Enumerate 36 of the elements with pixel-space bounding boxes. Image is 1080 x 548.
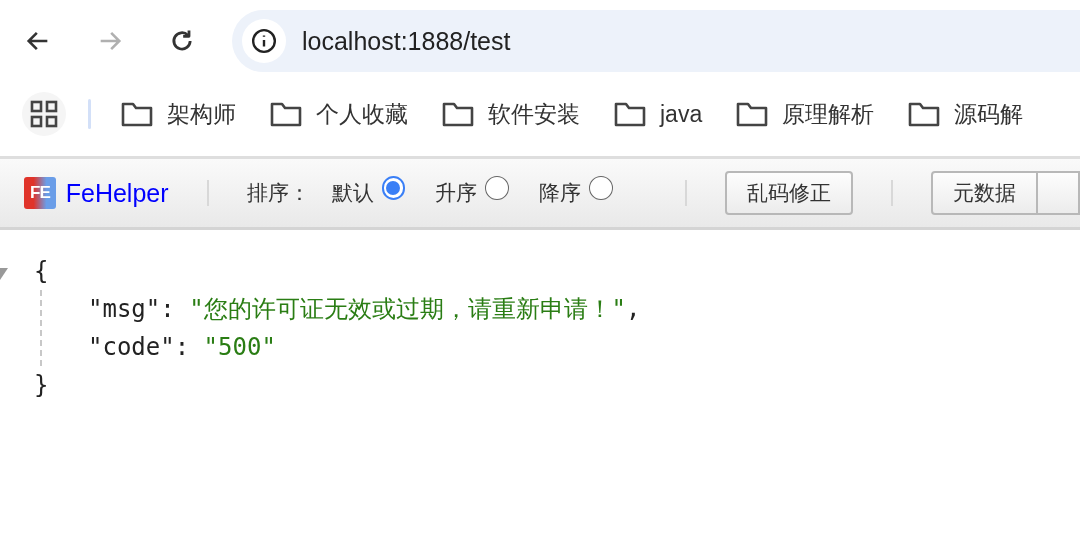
close-brace: }: [34, 371, 49, 399]
bookmark-folder[interactable]: java: [614, 100, 703, 128]
folder-icon: [270, 101, 302, 127]
sort-option-label: 升序: [435, 180, 478, 206]
apps-grid-icon[interactable]: [22, 92, 66, 136]
sort-radio[interactable]: [589, 176, 614, 200]
info-icon[interactable]: [242, 19, 286, 63]
collapse-triangle-icon[interactable]: [0, 268, 8, 280]
json-string-value: "您的许可证无效或过期，请重新申请！": [189, 295, 627, 323]
json-key: "code": [88, 333, 175, 361]
folder-icon: [121, 101, 153, 127]
fix-encoding-button[interactable]: 乱码修正: [725, 171, 854, 215]
sort-label: 排序：: [246, 180, 310, 206]
address-bar[interactable]: localhost:1888/test: [232, 10, 1080, 72]
json-string-value: "500": [203, 333, 276, 361]
folder-icon: [614, 101, 646, 127]
bookmark-folder[interactable]: 源码解: [908, 98, 1024, 130]
sort-option-label: 降序: [539, 180, 582, 206]
url-text: localhost:1888/test: [302, 26, 511, 56]
sort-option-label: 默认: [331, 180, 374, 206]
colon: :: [174, 333, 190, 361]
folder-icon: [442, 101, 474, 127]
open-brace: {: [34, 257, 49, 285]
colon: :: [160, 295, 175, 323]
metadata-button[interactable]: 元数据: [931, 171, 1038, 215]
bookmark-folder[interactable]: 软件安装: [442, 98, 580, 130]
folder-icon: [908, 101, 941, 127]
sort-radio[interactable]: [485, 176, 510, 200]
fehelper-title: FeHelper: [65, 178, 169, 208]
comma: ,: [626, 295, 641, 323]
folder-icon: [736, 101, 769, 127]
sort-radio[interactable]: [381, 176, 406, 200]
json-key: "msg": [88, 295, 161, 323]
bookmark-folder[interactable]: 原理解析: [736, 98, 875, 130]
bookmark-folder[interactable]: 架构师: [121, 98, 236, 130]
bookmark-folder[interactable]: 个人收藏: [270, 98, 408, 130]
